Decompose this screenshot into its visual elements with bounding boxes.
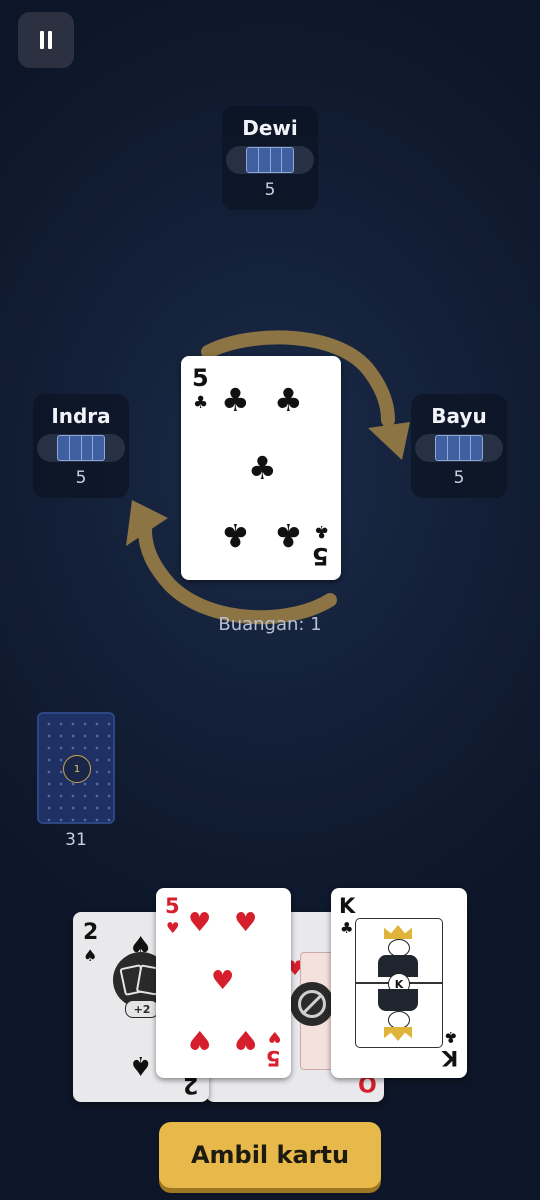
discard-top-card: 5 ♣ ♣ ♣ ♣ ♣ ♣ ♣ 5 <box>181 356 341 580</box>
discard-count-label: Buangan: 1 <box>218 614 322 635</box>
card-rank: 5 <box>312 542 329 570</box>
player-name: Bayu <box>431 404 487 428</box>
draw-deck[interactable]: 1 <box>37 712 115 824</box>
king-icon: K <box>355 918 443 1048</box>
heart-icon: ♥ <box>211 966 235 996</box>
club-icon: ♣ <box>221 516 250 554</box>
card-rank: 5 <box>192 364 209 392</box>
card-rank: K <box>339 894 356 918</box>
spade-icon: ♠ <box>83 946 98 965</box>
heart-icon: ♥ <box>166 919 180 937</box>
player-left: Indra 5 <box>33 394 129 498</box>
card-back-icon <box>57 435 105 461</box>
card-back-icon <box>246 147 294 173</box>
club-icon: ♣ <box>340 919 354 937</box>
card-rank: 5 <box>165 894 180 918</box>
player-name: Indra <box>51 404 111 428</box>
player-right: Bayu 5 <box>411 394 507 498</box>
hand-indicator <box>415 434 503 462</box>
club-icon: ♣ <box>314 521 330 541</box>
hand-card-king-clubs[interactable]: K ♣ K ♣ K <box>331 888 467 1078</box>
card-rank: 5 <box>266 1046 281 1070</box>
deck-badge: 1 <box>63 755 91 783</box>
heart-icon: ♥ <box>234 908 258 938</box>
club-icon: ♣ <box>444 1028 458 1046</box>
card-count: 5 <box>453 468 465 488</box>
heart-icon: ♥ <box>188 908 212 938</box>
hand-indicator <box>226 146 314 174</box>
club-icon: ♣ <box>248 449 277 487</box>
player-top: Dewi 5 <box>222 106 318 210</box>
player-name: Dewi <box>242 116 298 140</box>
skip-icon <box>290 982 334 1026</box>
draw-card-button[interactable]: Ambil kartu <box>159 1122 381 1188</box>
heart-icon: ♥ <box>234 1024 258 1054</box>
card-back-icon <box>435 435 483 461</box>
heart-icon: ♥ <box>188 1024 212 1054</box>
card-count: 5 <box>264 180 276 200</box>
hand-card-five-hearts[interactable]: 5 ♥ ♥ ♥ ♥ ♥ ♥ ♥ 5 <box>156 888 291 1078</box>
deck-count: 31 <box>65 830 87 850</box>
club-icon: ♣ <box>274 381 303 419</box>
spade-icon: ♠ <box>129 1050 153 1080</box>
card-rank: K <box>442 1046 459 1070</box>
card-rank: 2 <box>83 920 99 945</box>
club-icon: ♣ <box>193 393 209 413</box>
hand-indicator <box>37 434 125 462</box>
club-icon: ♣ <box>221 381 250 419</box>
plus-two-badge: +2 <box>125 1000 159 1018</box>
card-count: 5 <box>75 468 87 488</box>
arrow-head-right <box>368 422 410 460</box>
heart-icon: ♥ <box>268 1028 282 1046</box>
club-icon: ♣ <box>274 516 303 554</box>
